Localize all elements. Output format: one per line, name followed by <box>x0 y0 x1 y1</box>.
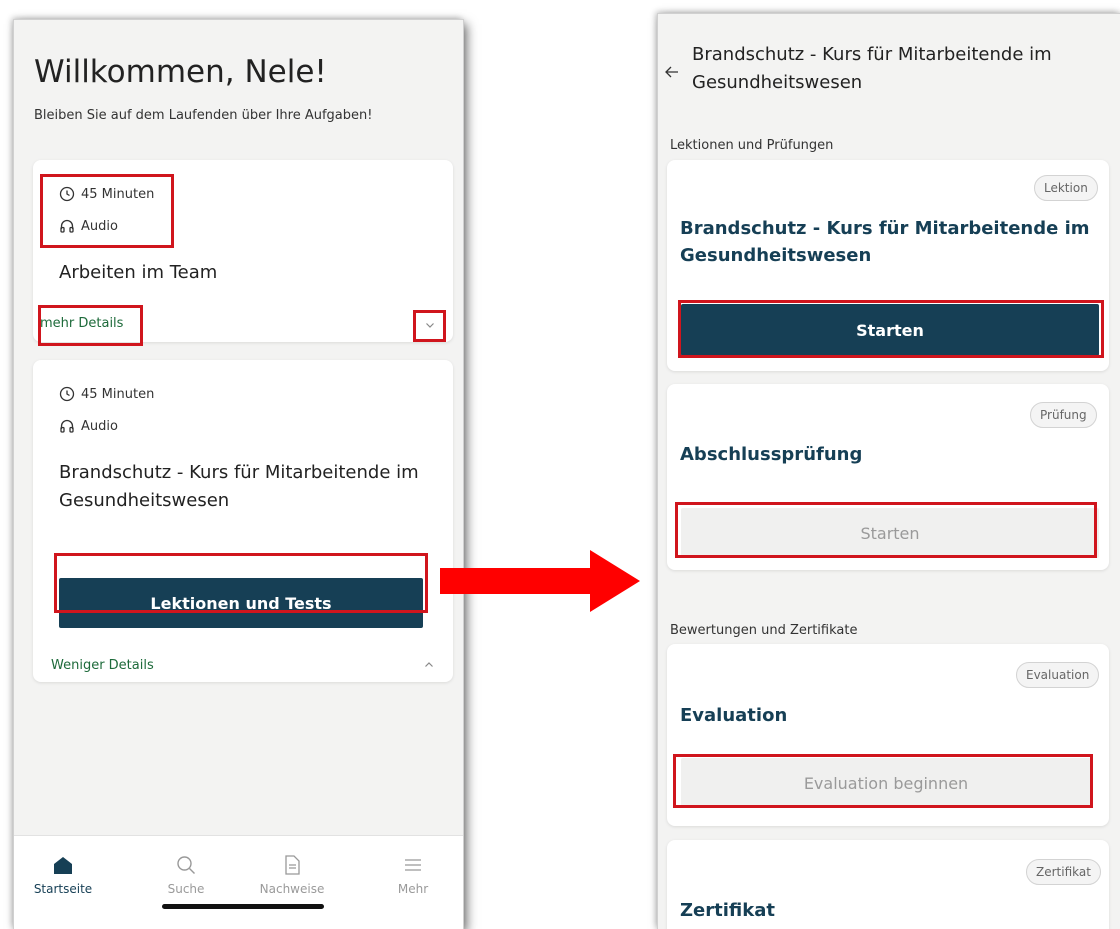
lesson-card: Lektion Brandschutz - Kurs für Mitarbeit… <box>667 160 1109 371</box>
nav-search[interactable]: Suche <box>141 854 231 896</box>
certificate-badge: Zertifikat <box>1026 859 1101 885</box>
lesson-start-button[interactable]: Starten <box>681 304 1099 356</box>
format-row: Audio <box>59 218 118 234</box>
duration-text: 45 Minuten <box>81 186 155 202</box>
nav-more[interactable]: Mehr <box>368 854 458 896</box>
course-card-fire-safety: 45 Minuten Audio Brandschutz - Kurs für … <box>33 360 453 682</box>
transition-arrow <box>440 550 640 612</box>
evaluation-card: Evaluation Evaluation Evaluation beginne… <box>667 644 1109 826</box>
lesson-badge: Lektion <box>1034 175 1098 201</box>
menu-icon <box>405 859 421 871</box>
header-title-line2: Gesundheitswesen <box>692 72 863 93</box>
duration-row: 45 Minuten <box>59 186 154 202</box>
lesson-title-line1: Brandschutz - Kurs für Mitarbeitende im <box>680 218 1090 239</box>
chevron-up-icon[interactable] <box>423 659 435 671</box>
back-arrow-icon[interactable] <box>664 64 680 80</box>
nav-records[interactable]: Nachweise <box>247 854 337 896</box>
exam-card: Prüfung Abschlussprüfung Starten <box>667 384 1109 570</box>
evaluation-start-button[interactable]: Evaluation beginnen <box>681 758 1091 808</box>
clock-icon <box>59 186 75 202</box>
nav-more-label: Mehr <box>397 882 429 896</box>
document-icon <box>285 855 300 875</box>
clock-icon <box>59 386 75 402</box>
evaluation-badge: Evaluation <box>1016 662 1100 688</box>
more-details-link[interactable]: mehr Details <box>40 316 123 331</box>
chevron-down-icon[interactable] <box>424 319 436 331</box>
lesson-title-line2: Gesundheitswesen <box>680 245 872 266</box>
exam-title: Abschlussprüfung <box>680 444 863 465</box>
header-title-line1: Brandschutz - Kurs für Mitarbeitende im <box>692 44 1052 65</box>
course-title-line2: Gesundheitswesen <box>59 490 230 511</box>
section-lessons-label: Lektionen und Prüfungen <box>670 138 834 153</box>
course-card-team[interactable]: 45 Minuten Audio Arbeiten im Team mehr D… <box>33 160 453 342</box>
search-icon <box>177 856 195 874</box>
home-indicator <box>162 904 324 909</box>
section-ratings-label: Bewertungen und Zertifikate <box>670 623 858 638</box>
nav-home-label: Startseite <box>33 882 93 896</box>
evaluation-title: Evaluation <box>680 705 788 726</box>
welcome-title: Willkommen, Nele! <box>34 54 327 90</box>
nav-home[interactable]: Startseite <box>18 854 108 896</box>
home-screen: Willkommen, Nele! Bleiben Sie auf dem La… <box>14 20 463 929</box>
course-detail-screen: Brandschutz - Kurs für Mitarbeitende im … <box>658 14 1120 929</box>
format-text: Audio <box>81 418 118 434</box>
certificate-card: Zertifikat Zertifikat <box>667 840 1109 929</box>
welcome-subtitle: Bleiben Sie auf dem Laufenden über Ihre … <box>34 108 373 123</box>
lessons-and-tests-button[interactable]: Lektionen und Tests <box>59 578 423 628</box>
duration-text: 45 Minuten <box>81 386 155 402</box>
certificate-title: Zertifikat <box>680 900 775 921</box>
exam-start-button[interactable]: Starten <box>681 508 1099 558</box>
less-details-link[interactable]: Weniger Details <box>51 658 154 673</box>
exam-badge: Prüfung <box>1030 402 1097 428</box>
bottom-navigation: Startseite Suche Nachweise Mehr <box>14 835 463 929</box>
nav-records-label: Nachweise <box>259 882 325 896</box>
nav-search-label: Suche <box>167 882 205 896</box>
headphones-icon <box>60 219 74 233</box>
home-icon <box>54 857 72 874</box>
course-title-line1: Brandschutz - Kurs für Mitarbeitende im <box>59 462 419 483</box>
headphones-icon <box>60 419 74 433</box>
duration-row: 45 Minuten <box>59 386 154 402</box>
format-row: Audio <box>59 418 118 434</box>
format-text: Audio <box>81 218 118 234</box>
course-title: Arbeiten im Team <box>59 262 218 283</box>
